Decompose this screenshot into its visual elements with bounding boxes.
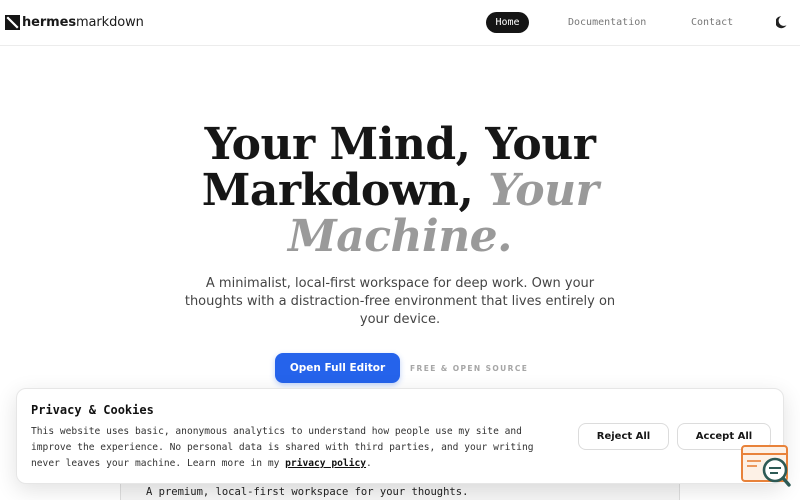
theme-toggle-button[interactable] xyxy=(774,13,792,31)
hero-subtitle: A minimalist, local-first workspace for … xyxy=(184,276,616,327)
cookie-text-body: This website uses basic, anonymous analy… xyxy=(31,426,534,469)
hero-title-accent-2: Machine. xyxy=(287,211,513,262)
site-header: hermesmarkdown Home Documentation Contac… xyxy=(0,0,800,46)
privacy-policy-link[interactable]: privacy policy xyxy=(285,458,366,469)
feedback-search-icon xyxy=(741,445,791,487)
moon-icon xyxy=(776,16,787,29)
cookie-title: Privacy & Cookies xyxy=(31,403,154,417)
editor-preview-text: A premium, local-first workspace for you… xyxy=(146,486,469,498)
free-open-source-badge: FREE & OPEN SOURCE xyxy=(410,363,529,373)
logo-text: hermesmarkdown xyxy=(22,15,144,30)
hero-title-line2: Markdown, xyxy=(201,165,474,216)
reject-all-button[interactable]: Reject All xyxy=(578,423,669,450)
logo[interactable]: hermesmarkdown xyxy=(5,14,144,30)
hero-title: Your Mind, Your Markdown, Your Machine. xyxy=(100,122,700,260)
cookie-text-end: . xyxy=(366,458,372,469)
open-full-editor-button[interactable]: Open Full Editor xyxy=(275,353,400,383)
hero-title-line1: Your Mind, Your xyxy=(204,119,596,170)
logo-mark-icon xyxy=(5,14,20,30)
logo-text-bold: hermes xyxy=(22,14,76,30)
logo-text-rest: markdown xyxy=(75,14,144,30)
nav-documentation[interactable]: Documentation xyxy=(568,12,646,33)
nav-home[interactable]: Home xyxy=(486,12,529,33)
cookie-text: This website uses basic, anonymous analy… xyxy=(31,424,566,472)
cookie-banner: Privacy & Cookies This website uses basi… xyxy=(16,388,784,484)
hero-title-accent-1: Your xyxy=(488,165,599,216)
nav-contact[interactable]: Contact xyxy=(691,12,733,33)
feedback-widget-button[interactable] xyxy=(741,445,791,490)
